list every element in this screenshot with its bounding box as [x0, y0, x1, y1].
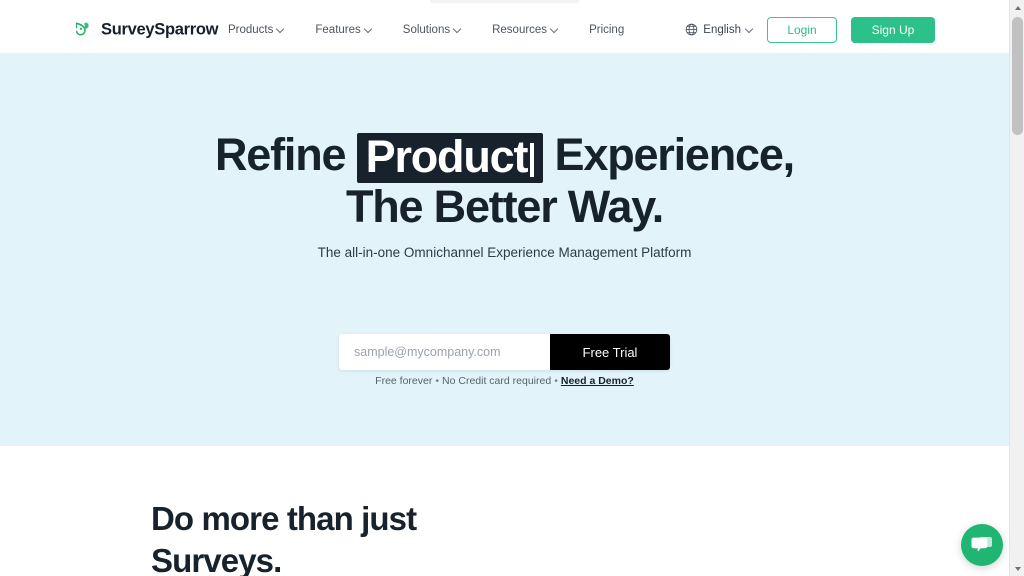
- logo[interactable]: SurveySparrow: [73, 19, 218, 40]
- sparrow-logo-icon: [75, 22, 89, 35]
- signup-button[interactable]: Sign Up: [851, 16, 935, 43]
- nav-item-pricing[interactable]: Pricing: [589, 24, 624, 36]
- scroll-down-arrow-icon[interactable]: [1010, 561, 1024, 576]
- hero-title-line2: The Better Way.: [345, 181, 664, 232]
- language-label: English: [703, 23, 741, 36]
- primary-navigation: Products Features Solutions Resources Pr…: [228, 24, 624, 36]
- content-card-section: Do more than just Surveys.: [101, 446, 1009, 576]
- nav-label: Features: [315, 23, 361, 36]
- typewriter-caret-icon: [530, 143, 535, 177]
- nav-label: Resources: [492, 23, 548, 36]
- nav-item-products[interactable]: Products: [228, 24, 284, 36]
- site-header: SurveySparrow Products Features Solution…: [0, 6, 1009, 53]
- hero-title-prefix: Refine: [214, 129, 347, 180]
- browser-tab-edge: [430, 0, 580, 3]
- section-heading-line2: Surveys.: [151, 542, 282, 576]
- nav-label: Pricing: [589, 23, 625, 36]
- logo-text: SurveySparrow: [101, 20, 219, 38]
- language-selector[interactable]: English: [685, 23, 753, 36]
- section-heading-line1: Do more than just: [151, 500, 417, 537]
- email-input[interactable]: [339, 334, 550, 370]
- nav-item-resources[interactable]: Resources: [492, 24, 558, 36]
- chevron-down-icon: [746, 25, 753, 32]
- chat-widget-button[interactable]: [961, 524, 1003, 566]
- note-separator: •: [554, 375, 558, 387]
- browser-viewport: SurveySparrow Products Features Solution…: [0, 0, 1009, 576]
- chat-bubbles-icon: [971, 536, 992, 551]
- nav-label: Products: [228, 23, 274, 36]
- chevron-down-icon: [277, 25, 284, 32]
- scroll-up-arrow-icon[interactable]: [1010, 0, 1024, 15]
- free-trial-button[interactable]: Free Trial: [550, 334, 670, 370]
- nav-label: Solutions: [402, 23, 451, 36]
- globe-icon: [686, 23, 698, 36]
- login-button[interactable]: Login: [767, 16, 837, 43]
- hero-title-highlight-word: Product: [356, 131, 544, 183]
- nav-item-solutions[interactable]: Solutions: [403, 24, 461, 36]
- scrollbar-thumb[interactable]: [1012, 17, 1023, 135]
- hero-subtitle: The all-in-one Omnichannel Experience Ma…: [317, 245, 692, 260]
- chevron-down-icon: [551, 25, 558, 32]
- header-actions: English Login Sign Up: [685, 16, 935, 43]
- nav-item-features[interactable]: Features: [315, 24, 371, 36]
- hero-section: Refine Product Experience, The Better Wa…: [0, 53, 1009, 446]
- trial-signup-form: Free Trial: [339, 334, 670, 370]
- note-no-credit-card: No Credit card required: [442, 375, 552, 387]
- chevron-down-icon: [454, 25, 461, 32]
- hero-fine-print: Free forever • No Credit card required • Nee…: [0, 375, 1009, 387]
- note-separator: •: [435, 375, 440, 387]
- need-a-demo-link[interactable]: Need a Demo?: [561, 375, 634, 387]
- chevron-down-icon: [365, 25, 372, 32]
- note-free-forever: Free forever: [375, 375, 433, 387]
- page-title: Refine Product Experience, The Better Wa…: [0, 129, 1009, 232]
- hero-highlight-text: Product: [365, 131, 529, 182]
- hero-title-suffix: Experience,: [554, 129, 796, 180]
- section-heading: Do more than just Surveys.: [151, 498, 417, 576]
- vertical-scrollbar[interactable]: [1009, 0, 1024, 576]
